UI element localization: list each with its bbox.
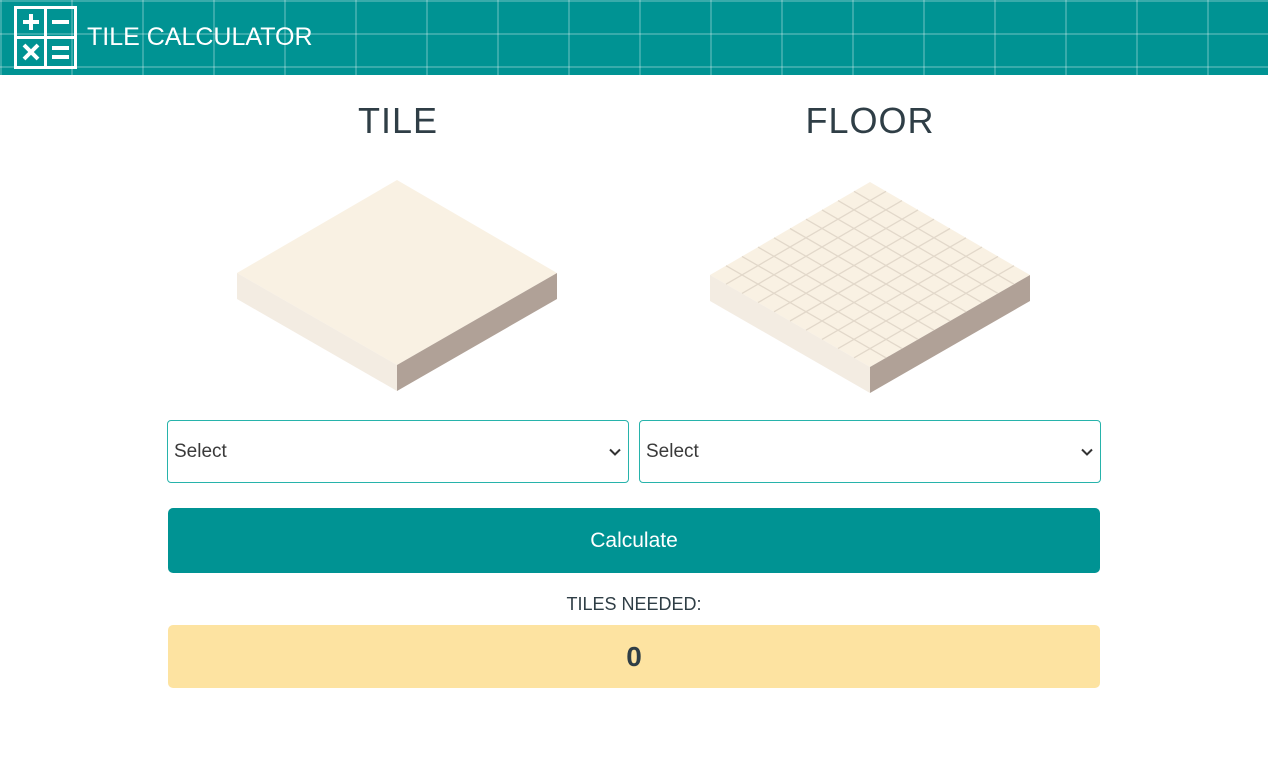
- calculate-button[interactable]: Calculate: [168, 508, 1100, 573]
- floor-heading: FLOOR: [805, 100, 935, 141]
- tile-heading: TILE: [357, 100, 439, 141]
- tiles-needed-value: 0: [626, 640, 642, 672]
- app-header: TILE CALCULATOR: [0, 0, 1268, 75]
- app-title: TILE CALCULATOR: [87, 23, 313, 51]
- tiles-needed-output: 0: [168, 625, 1100, 688]
- single-tile-illustration: [237, 180, 557, 391]
- chevron-down-icon: [609, 448, 621, 456]
- floor-size-select[interactable]: Select: [639, 420, 1101, 483]
- tile-size-select[interactable]: Select: [167, 420, 629, 483]
- tiled-floor-illustration: [710, 182, 1030, 393]
- calculate-button-label: Calculate: [590, 528, 678, 552]
- chevron-down-icon: [1081, 448, 1093, 456]
- tile-select-value: Select: [174, 441, 227, 462]
- calculator-icon: [14, 6, 77, 69]
- tiles-needed-label: TILES NEEDED:: [566, 594, 702, 614]
- floor-select-value: Select: [646, 441, 699, 462]
